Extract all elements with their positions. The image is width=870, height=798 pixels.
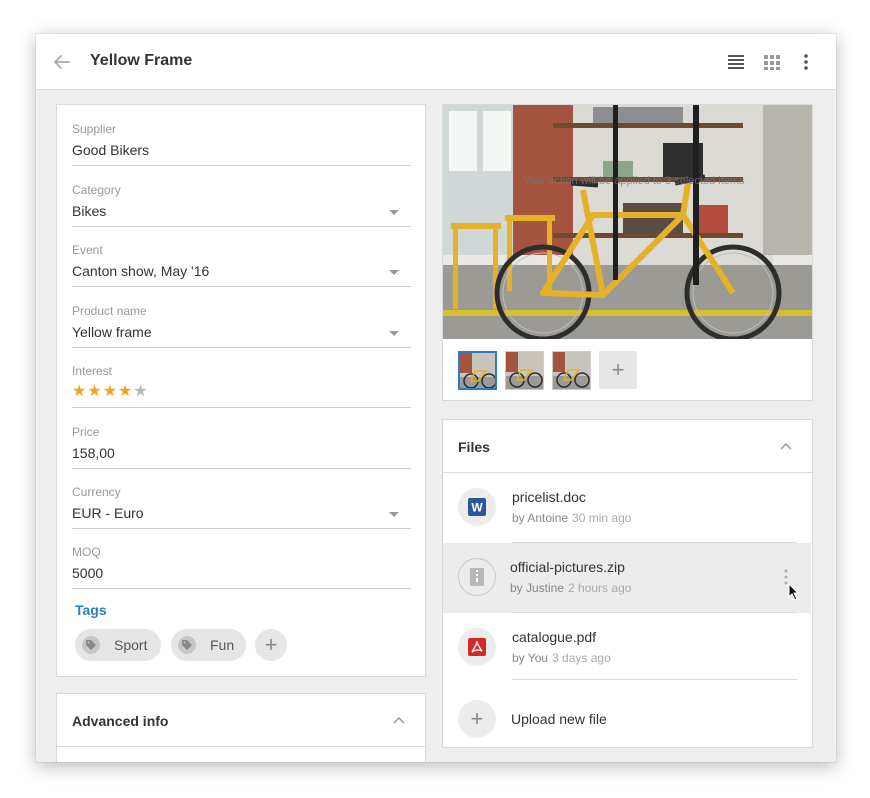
field-value: Canton show, May '16 <box>72 263 210 279</box>
app-window: Yellow Frame Supplier Good Bikers Catego… <box>36 34 836 762</box>
file-row-catalogue[interactable]: catalogue.pdf by You 3 days ago <box>443 613 811 683</box>
tag-icon <box>178 636 196 654</box>
more-vert-icon[interactable] <box>796 52 816 72</box>
field-label: MOQ <box>72 545 101 559</box>
file-time: 3 days ago <box>552 651 611 665</box>
mouse-cursor-icon <box>788 583 800 601</box>
divider <box>57 746 425 747</box>
file-name: official-pictures.zip <box>510 559 625 575</box>
thumbnail-1[interactable] <box>458 351 497 390</box>
advanced-info-title[interactable]: Advanced info <box>72 713 168 729</box>
file-name: catalogue.pdf <box>512 629 597 645</box>
chevron-up-icon[interactable] <box>780 442 792 450</box>
currency-select[interactable]: Currency EUR - Euro <box>72 485 411 529</box>
tag-label: Sport <box>114 637 148 653</box>
star-filled-icon[interactable]: ★★★★ <box>72 383 133 400</box>
field-label: Currency <box>72 485 121 499</box>
photo-overlay-caption: Your action will be applied to 3 selecte… <box>523 175 745 187</box>
field-value: Yellow frame <box>72 324 152 340</box>
app-header: Yellow Frame <box>36 34 836 90</box>
field-label: Supplier <box>72 122 117 136</box>
word-doc-icon: W <box>458 488 496 526</box>
upload-label: Upload new file <box>511 711 607 727</box>
caret-down-icon <box>389 512 399 517</box>
page-title: Yellow Frame <box>90 52 193 69</box>
details-card: Supplier Good Bikers Category Bikes Even… <box>56 104 426 677</box>
event-select[interactable]: Event Canton show, May '16 <box>72 243 411 287</box>
advanced-info-card: Advanced info <box>56 693 426 762</box>
category-select[interactable]: Category Bikes <box>72 183 411 227</box>
grid-view-icon[interactable] <box>762 52 782 72</box>
file-author: by Antoine <box>512 511 569 525</box>
field-value: Good Bikers <box>72 142 150 158</box>
field-label: Product name <box>72 304 147 318</box>
field-label: Interest <box>72 364 113 378</box>
field-label: Price <box>72 425 100 439</box>
thumbnail-3[interactable] <box>552 351 591 390</box>
file-meta: by Antoine 30 min ago <box>512 511 631 525</box>
file-name: pricelist.doc <box>512 489 586 505</box>
product-photo[interactable]: Your action will be applied to 3 selecte… <box>443 105 812 339</box>
tag-chip-sport[interactable]: Sport <box>75 629 161 661</box>
add-photo-button[interactable]: + <box>599 351 637 389</box>
caret-down-icon <box>389 270 399 275</box>
field-value: 5000 <box>72 565 104 581</box>
zip-file-icon <box>458 558 496 596</box>
field-value: Bikes <box>72 203 107 219</box>
list-view-icon[interactable] <box>726 52 746 72</box>
file-time: 2 hours ago <box>568 581 632 595</box>
files-title[interactable]: Files <box>458 439 490 455</box>
bike-photo-image <box>443 105 812 339</box>
caret-down-icon <box>389 331 399 336</box>
caret-down-icon <box>389 210 399 215</box>
supplier-field[interactable]: Supplier Good Bikers <box>72 122 411 166</box>
interest-rating[interactable]: Interest ★★★★★ <box>72 364 411 408</box>
file-author: by You <box>512 651 549 665</box>
add-tag-button[interactable]: + <box>255 629 287 661</box>
divider <box>512 679 797 680</box>
file-meta: by You 3 days ago <box>512 651 611 665</box>
field-value: 158,00 <box>72 445 115 461</box>
file-author: by Justine <box>510 581 565 595</box>
tag-chip-fun[interactable]: Fun <box>171 629 246 661</box>
star-rating[interactable]: ★★★★★ <box>72 381 149 401</box>
svg-text:W: W <box>471 501 483 515</box>
arrow-left-icon[interactable] <box>52 52 72 72</box>
file-time: 30 min ago <box>572 511 632 525</box>
gallery-card: Your action will be applied to 3 selecte… <box>442 104 813 401</box>
field-label: Event <box>72 243 103 257</box>
file-row-pricelist[interactable]: W pricelist.doc by Antoine 30 min ago <box>443 473 811 543</box>
tags-title[interactable]: Tags <box>75 602 107 618</box>
files-card: Files W pricelist.doc by Antoine 30 min a… <box>442 419 813 748</box>
chevron-up-icon[interactable] <box>393 716 405 724</box>
thumbnail-2[interactable] <box>505 351 544 390</box>
price-field[interactable]: Price 158,00 <box>72 425 411 469</box>
plus-icon: + <box>458 700 496 738</box>
moq-field[interactable]: MOQ 5000 <box>72 545 411 589</box>
star-empty-icon[interactable]: ★ <box>133 383 148 400</box>
file-row-official-pictures[interactable]: official-pictures.zip by Justine 2 hours … <box>443 543 811 613</box>
file-meta: by Justine 2 hours ago <box>510 581 631 595</box>
upload-new-file-button[interactable]: + Upload new file <box>443 696 811 746</box>
tag-icon <box>82 636 100 654</box>
product-name-select[interactable]: Product name Yellow frame <box>72 304 411 348</box>
field-value: EUR - Euro <box>72 505 144 521</box>
field-label: Category <box>72 183 121 197</box>
tag-label: Fun <box>210 637 235 653</box>
pdf-file-icon <box>458 628 496 666</box>
